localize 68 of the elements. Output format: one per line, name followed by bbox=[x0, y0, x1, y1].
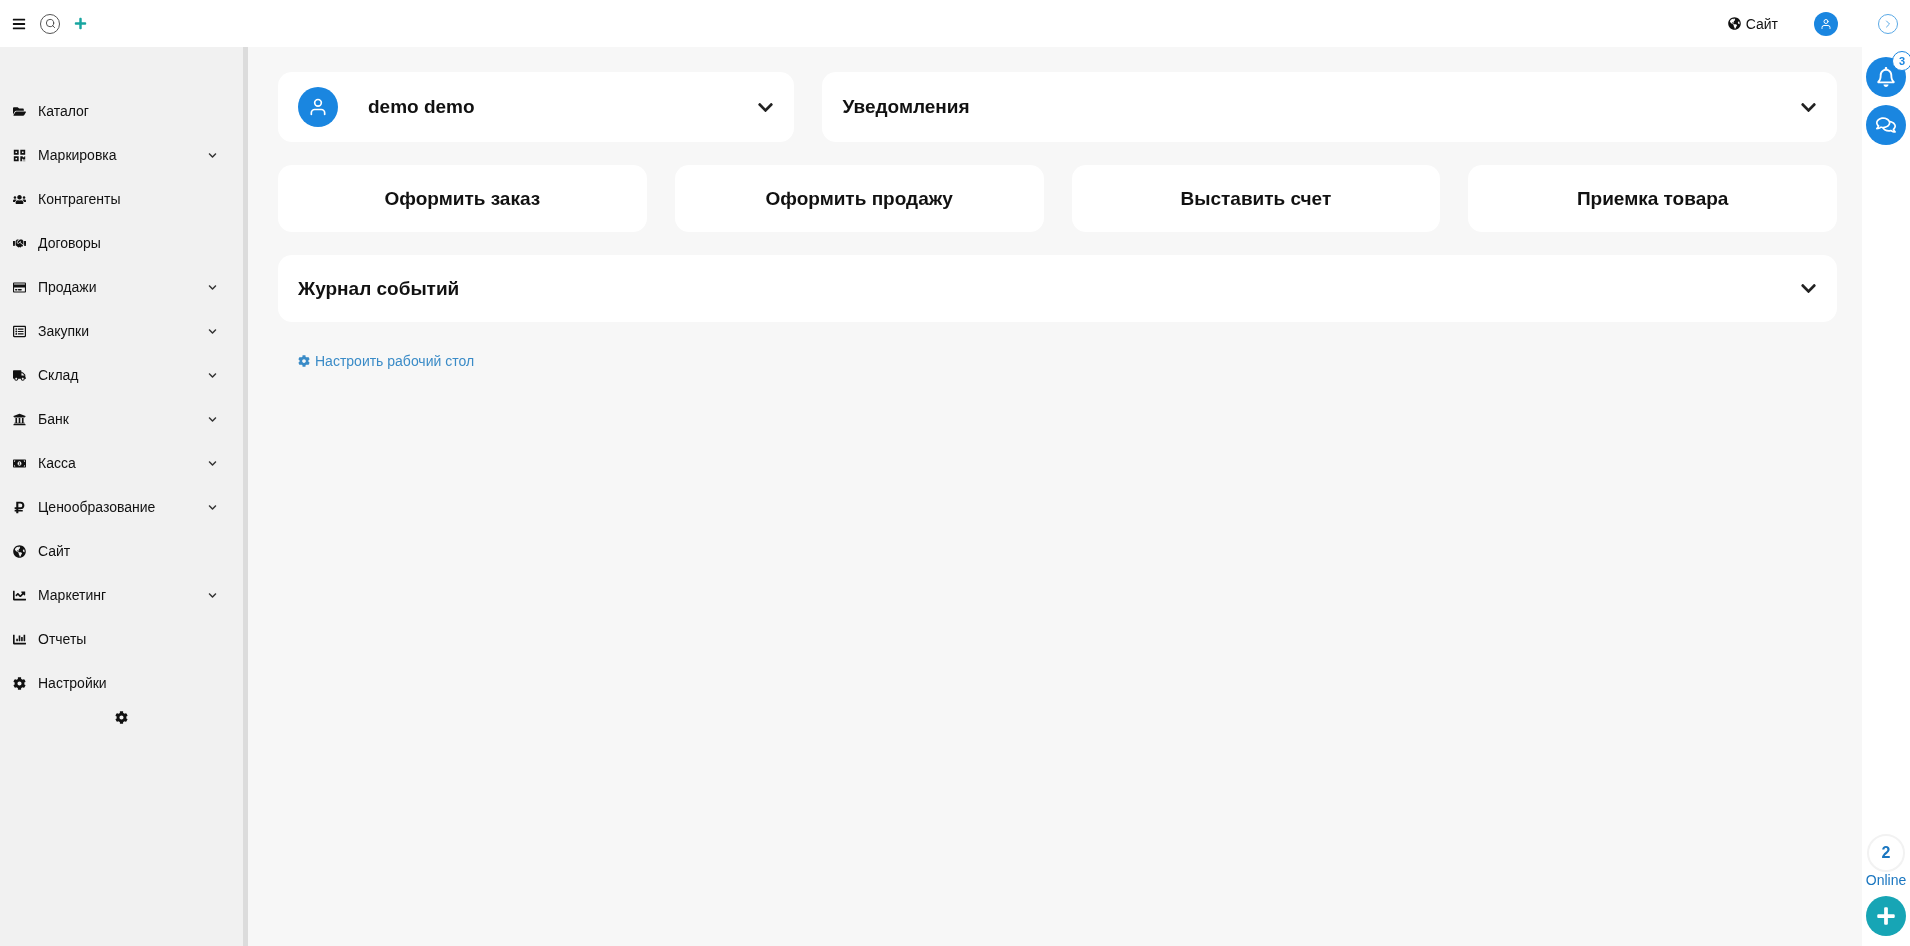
sidebar-label: Маркетинг bbox=[38, 587, 108, 603]
action-button[interactable]: Выставить счет bbox=[1071, 165, 1441, 232]
action-button[interactable]: Оформить заказ bbox=[278, 165, 647, 232]
sidebar-item[interactable]: Продажи bbox=[0, 265, 243, 309]
sidebar-item[interactable]: Сайт bbox=[0, 529, 243, 573]
sidebar-item[interactable]: Склад bbox=[0, 353, 243, 397]
sidebar-label: Сайт bbox=[38, 543, 72, 559]
folder-icon bbox=[12, 104, 26, 118]
sidebar-label: Закупки bbox=[38, 323, 91, 339]
user-avatar-icon[interactable] bbox=[1814, 11, 1838, 36]
notifications-panel[interactable]: Уведомления bbox=[822, 72, 1837, 142]
credit-card-icon bbox=[12, 280, 26, 294]
journal-panel[interactable]: Журнал событий bbox=[278, 255, 1837, 322]
sidebar-label: Отчеты bbox=[38, 631, 88, 647]
qr-code-icon bbox=[12, 148, 26, 162]
bank-icon bbox=[12, 412, 26, 426]
sidebar-label: Контрагенты bbox=[38, 191, 122, 207]
notification-count: 3 bbox=[1892, 51, 1910, 71]
list-icon bbox=[12, 324, 26, 338]
bell-icon bbox=[1876, 67, 1896, 87]
sidebar-item[interactable]: Каталог bbox=[0, 89, 243, 133]
gear-icon bbox=[298, 355, 310, 367]
sidebar-item[interactable]: Договоры bbox=[0, 221, 243, 265]
online-label: Online bbox=[1865, 872, 1907, 888]
bar-chart-icon bbox=[12, 632, 26, 646]
sidebar-label: Банк bbox=[38, 411, 70, 427]
sidebar-item[interactable]: Маркетинг bbox=[0, 573, 243, 617]
sidebar-label: Маркировка bbox=[38, 147, 118, 163]
settings-icon bbox=[12, 676, 26, 690]
line-chart-icon bbox=[12, 588, 26, 602]
action-button[interactable]: Оформить продажу bbox=[674, 165, 1044, 232]
online-count: 2 bbox=[1867, 834, 1905, 872]
sidebar-item[interactable]: Закупки bbox=[0, 309, 243, 353]
user-card[interactable]: demo demo bbox=[278, 72, 795, 142]
settings-icon[interactable] bbox=[115, 711, 128, 724]
sidebar-label: Склад bbox=[38, 367, 80, 383]
sidebar-item[interactable]: Настройки bbox=[0, 661, 243, 705]
add-button[interactable] bbox=[1866, 896, 1906, 936]
sidebar-label: Каталог bbox=[38, 103, 90, 119]
panel-title: Уведомления bbox=[842, 96, 971, 118]
chat-button[interactable] bbox=[1866, 105, 1906, 145]
sidebar-item[interactable]: Ценообразование bbox=[0, 485, 243, 529]
user-name: demo demo bbox=[368, 96, 476, 118]
menu-icon[interactable] bbox=[12, 16, 26, 31]
sidebar-item[interactable]: Маркировка bbox=[0, 133, 243, 177]
sidebar-label: Ценообразование bbox=[38, 499, 157, 515]
truck-icon bbox=[12, 368, 26, 382]
site-link[interactable]: Сайт bbox=[1727, 15, 1778, 32]
sidebar-label: Настройки bbox=[38, 675, 108, 691]
customize-link[interactable]: Настроить рабочий стол bbox=[298, 353, 475, 369]
sidebar-item[interactable]: Касса bbox=[0, 441, 243, 485]
sidebar-item[interactable]: Отчеты bbox=[0, 617, 243, 661]
action-button[interactable]: Приемка товара bbox=[1468, 165, 1837, 232]
sidebar-label: Договоры bbox=[38, 235, 102, 251]
sidebar-label: Продажи bbox=[38, 279, 98, 295]
notifications-button[interactable] bbox=[1866, 57, 1906, 97]
globe-icon bbox=[12, 544, 26, 558]
chat-icon bbox=[1876, 115, 1896, 135]
ruble-icon bbox=[12, 500, 26, 514]
sidebar-item[interactable]: Контрагенты bbox=[0, 177, 243, 221]
sidebar-item[interactable]: Банк bbox=[0, 397, 243, 441]
sidebar-label: Касса bbox=[38, 455, 77, 471]
user-avatar-icon bbox=[298, 87, 338, 127]
add-icon[interactable] bbox=[74, 17, 87, 30]
users-icon bbox=[12, 192, 26, 206]
globe-icon bbox=[1727, 17, 1741, 30]
plus-icon bbox=[1876, 906, 1896, 926]
panel-title: Журнал событий bbox=[298, 277, 461, 300]
